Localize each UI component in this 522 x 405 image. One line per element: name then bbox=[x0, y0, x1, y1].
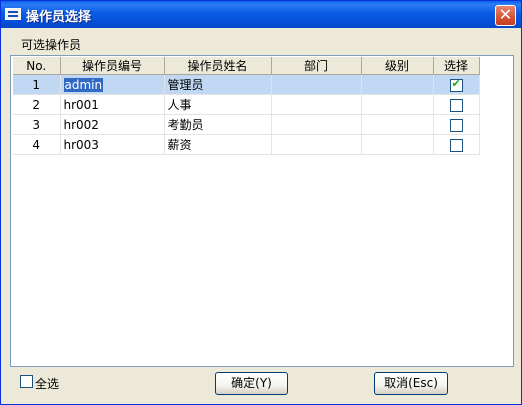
row-operator-id[interactable]: admin bbox=[60, 74, 165, 95]
ok-button[interactable]: 确定(Y) bbox=[215, 372, 288, 395]
header-operator-name[interactable]: 操作员姓名 bbox=[164, 57, 272, 75]
operator-grid[interactable]: No. 操作员编号 操作员姓名 部门 级别 选择 1 admin 管理员 ✔ 2… bbox=[10, 55, 514, 367]
table-row[interactable]: 3 hr002 考勤员 bbox=[13, 114, 480, 135]
row-operator-id[interactable]: hr001 bbox=[60, 94, 165, 115]
cancel-button[interactable]: 取消(Esc) bbox=[374, 372, 448, 395]
row-select-checkbox[interactable] bbox=[449, 77, 463, 92]
row-select-checkbox[interactable] bbox=[449, 118, 463, 132]
row-no: 2 bbox=[13, 94, 61, 115]
title-bar[interactable]: 操作员选择 ✕ bbox=[1, 1, 521, 28]
close-icon: ✕ bbox=[498, 5, 513, 24]
row-no: 4 bbox=[13, 134, 61, 155]
window-title: 操作员选择 bbox=[26, 10, 92, 25]
row-department[interactable] bbox=[271, 94, 362, 115]
select-all-checkbox[interactable] bbox=[20, 375, 33, 388]
row-operator-name[interactable]: 考勤员 bbox=[164, 114, 272, 135]
operator-table: No. 操作员编号 操作员姓名 部门 级别 选择 1 admin 管理员 ✔ 2… bbox=[13, 57, 480, 155]
row-no: 1 bbox=[13, 74, 61, 95]
row-select-cell bbox=[433, 114, 480, 135]
header-row: No. 操作员编号 操作员姓名 部门 级别 选择 bbox=[13, 57, 480, 75]
operator-select-dialog: 操作员选择 ✕ 可选操作员 No. 操作员编号 操作员姓名 部门 级别 选择 1… bbox=[0, 0, 522, 405]
row-department[interactable] bbox=[271, 114, 362, 135]
table-row[interactable]: 4 hr003 薪资 bbox=[13, 134, 480, 155]
row-select-cell bbox=[433, 94, 480, 115]
row-select-cell bbox=[433, 134, 480, 155]
window-icon bbox=[5, 8, 21, 20]
close-button[interactable]: ✕ bbox=[495, 5, 516, 26]
row-operator-id-text: admin bbox=[63, 77, 104, 92]
available-operators-label: 可选操作员 bbox=[21, 38, 82, 52]
row-operator-name[interactable]: 管理员 bbox=[164, 74, 272, 95]
row-operator-id[interactable]: hr003 bbox=[60, 134, 165, 155]
row-operator-name[interactable]: 薪资 bbox=[164, 134, 272, 155]
row-department[interactable] bbox=[271, 74, 362, 95]
row-level[interactable] bbox=[361, 134, 434, 155]
row-operator-id[interactable]: hr002 bbox=[60, 114, 165, 135]
row-level[interactable] bbox=[361, 94, 434, 115]
header-select[interactable]: 选择 bbox=[433, 57, 480, 75]
header-level[interactable]: 级别 bbox=[361, 57, 434, 75]
row-select-cell bbox=[433, 74, 480, 95]
row-department[interactable] bbox=[271, 134, 362, 155]
row-level[interactable] bbox=[361, 74, 434, 95]
row-operator-name[interactable]: 人事 bbox=[164, 94, 272, 115]
header-department[interactable]: 部门 bbox=[271, 57, 362, 75]
select-all-label[interactable]: 全选 bbox=[35, 375, 59, 392]
header-no[interactable]: No. bbox=[13, 57, 61, 75]
row-level[interactable] bbox=[361, 114, 434, 135]
table-row[interactable]: 1 admin 管理员 bbox=[13, 74, 480, 95]
row-select-checkbox[interactable] bbox=[449, 138, 463, 152]
row-no: 3 bbox=[13, 114, 61, 135]
table-row[interactable]: 2 hr001 人事 bbox=[13, 94, 480, 115]
header-operator-id[interactable]: 操作员编号 bbox=[60, 57, 165, 75]
row-select-checkbox[interactable] bbox=[449, 98, 463, 112]
